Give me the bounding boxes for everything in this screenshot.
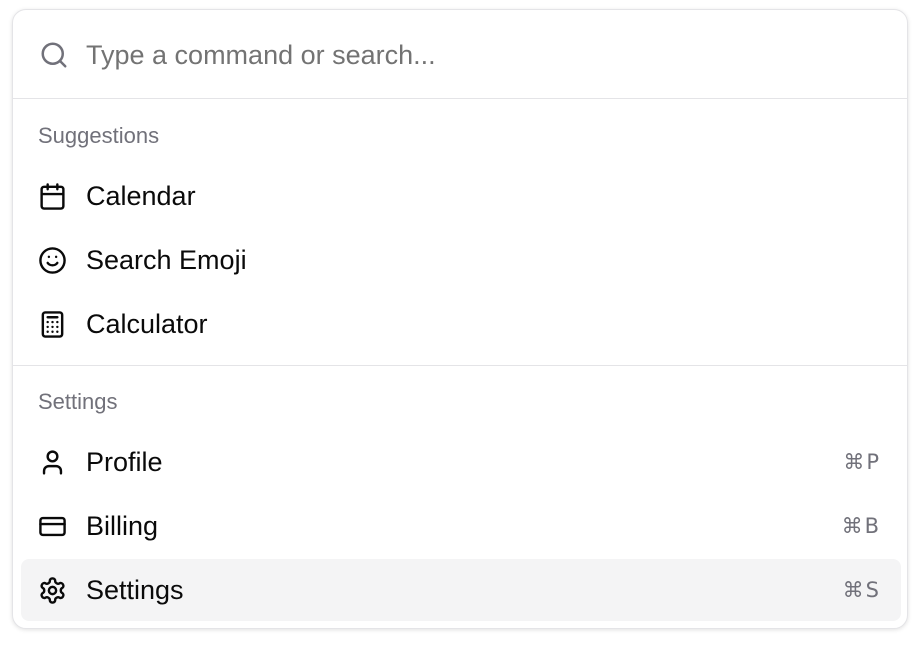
group-heading-settings: Settings xyxy=(38,389,118,414)
menu-item-label: Profile xyxy=(86,447,163,477)
menu-item-billing[interactable]: Billing ⌘B xyxy=(21,495,901,557)
menu-item-calculator[interactable]: Calculator xyxy=(21,293,901,355)
search-bar xyxy=(13,10,907,99)
keyboard-shortcut: ⌘B xyxy=(841,514,881,538)
keyboard-shortcut: ⌘P xyxy=(843,450,881,474)
calculator-icon xyxy=(38,310,67,339)
smile-icon xyxy=(38,246,67,275)
keyboard-shortcut: ⌘S xyxy=(842,578,881,602)
menu-item-settings[interactable]: Settings ⌘S xyxy=(21,559,901,621)
menu-item-label: Calendar xyxy=(86,181,196,211)
menu-item-label: Settings xyxy=(86,575,184,605)
command-palette: Suggestions Calendar Search Emoji xyxy=(12,9,908,629)
user-icon xyxy=(38,448,67,477)
group-separator xyxy=(13,365,907,366)
menu-item-search-emoji[interactable]: Search Emoji xyxy=(21,229,901,291)
menu-item-label: Billing xyxy=(86,511,159,541)
menu-item-calendar[interactable]: Calendar xyxy=(21,165,901,227)
credit-card-icon xyxy=(38,512,67,541)
menu-item-label: Search Emoji xyxy=(86,245,247,275)
calendar-icon xyxy=(38,182,67,211)
group-heading-suggestions: Suggestions xyxy=(38,123,160,148)
search-input[interactable] xyxy=(86,34,866,76)
search-icon xyxy=(39,40,69,70)
menu-item-profile[interactable]: Profile ⌘P xyxy=(21,431,901,493)
menu-item-label: Calculator xyxy=(86,309,208,339)
settings-gear-icon xyxy=(38,576,67,605)
